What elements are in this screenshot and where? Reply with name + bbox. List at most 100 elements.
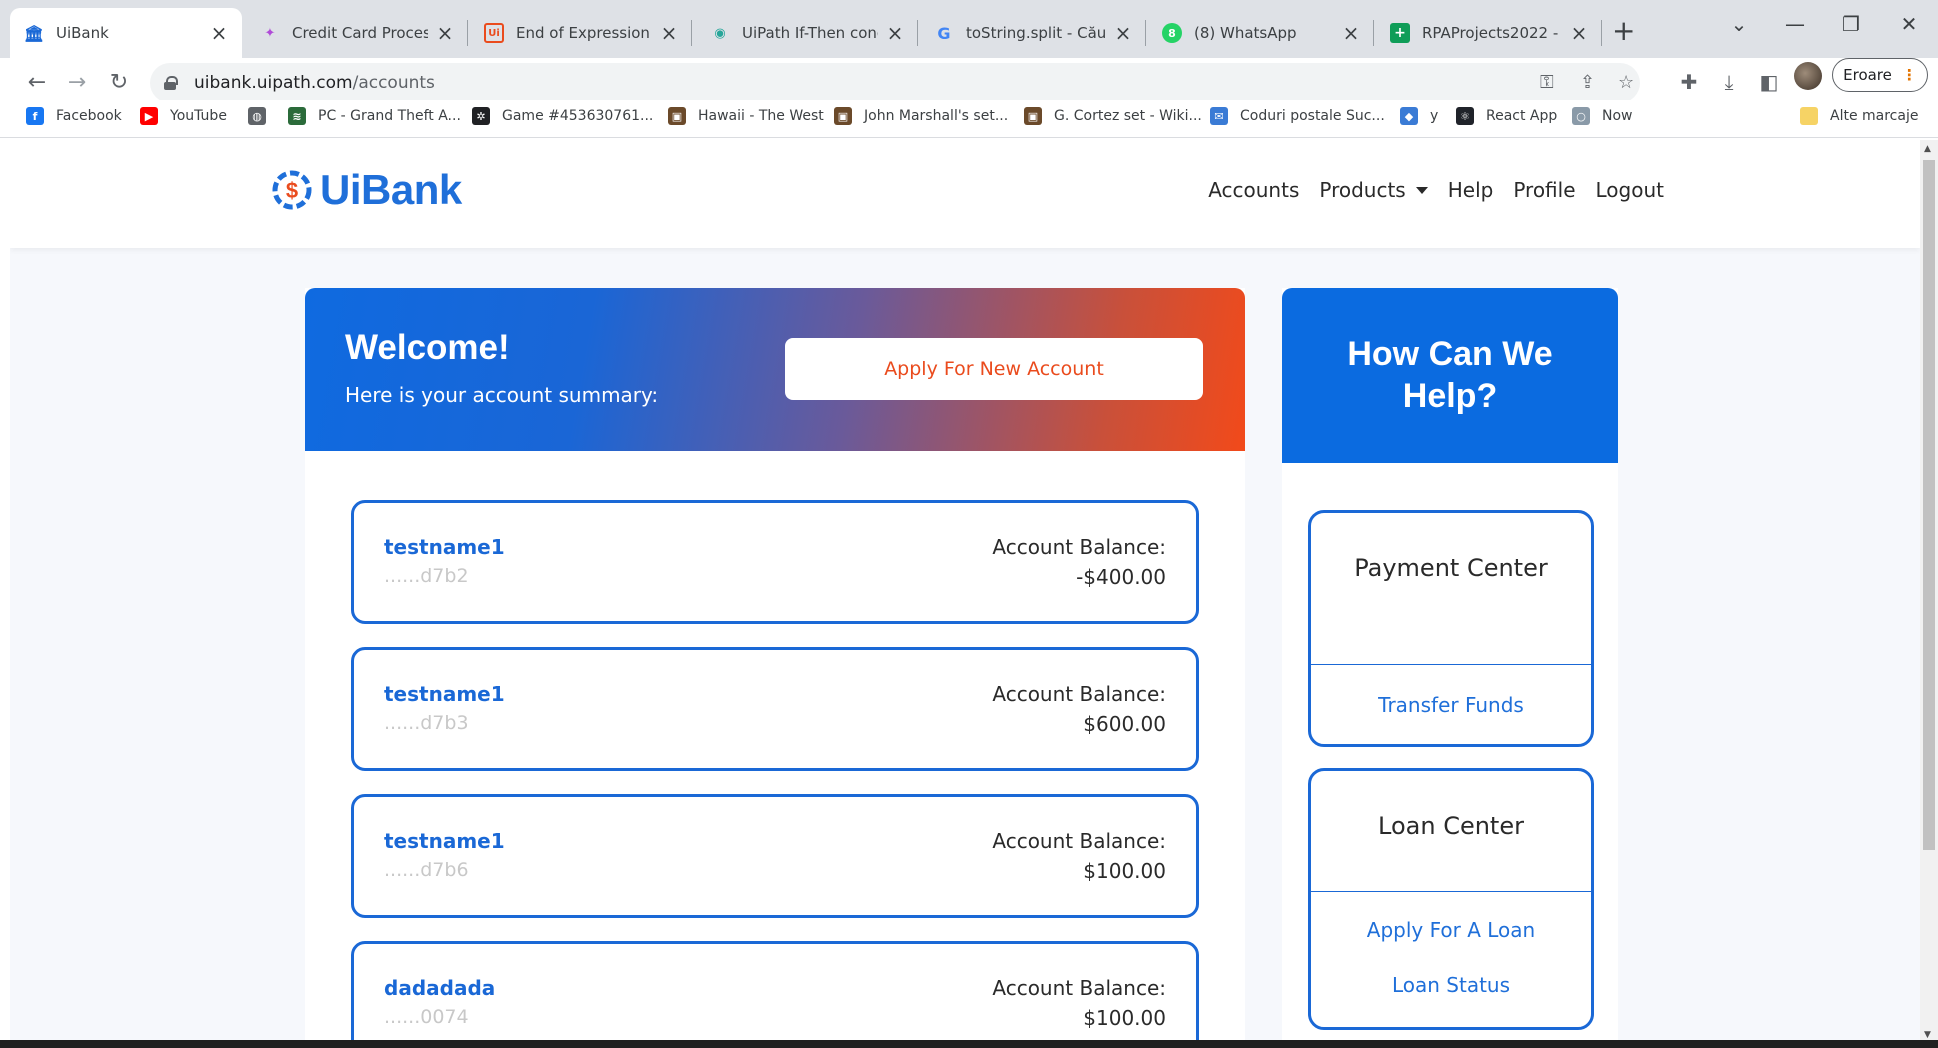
uibank-logo[interactable]: $ UiBank bbox=[268, 166, 462, 214]
close-tab-icon[interactable]: × bbox=[886, 21, 904, 45]
close-tab-icon[interactable]: × bbox=[436, 21, 454, 45]
close-window-button[interactable]: ✕ bbox=[1894, 12, 1924, 36]
scroll-up-icon[interactable]: ▲ bbox=[1924, 144, 1931, 154]
tab-search-chevron-icon[interactable]: ⌄ bbox=[1724, 12, 1754, 36]
nav-logout[interactable]: Logout bbox=[1596, 178, 1664, 202]
bookmark-item[interactable]: ≋ PC - Grand Theft A... bbox=[288, 107, 461, 125]
bookmark-item[interactable]: ▣ Hawaii - The West bbox=[668, 107, 824, 125]
page-scrollbar[interactable]: ▲ ▼ bbox=[1920, 140, 1938, 1048]
close-tab-icon[interactable]: × bbox=[660, 21, 678, 45]
bookmark-item[interactable]: ✉ Coduri postale Suc... bbox=[1210, 107, 1385, 125]
account-number: ......d7b2 bbox=[384, 565, 469, 587]
side-panel-icon[interactable]: ◧ bbox=[1754, 70, 1784, 94]
address-bar[interactable]: uibank.uipath.com/accounts ⚿ ⇪ ☆ bbox=[150, 63, 1640, 103]
bookmark-item[interactable]: f Facebook bbox=[26, 107, 122, 125]
welcome-subtitle: Here is your account summary: bbox=[345, 383, 659, 407]
whatsapp-icon: 8 bbox=[1162, 23, 1182, 43]
account-summary-panel: Welcome! Here is your account summary: A… bbox=[305, 288, 1245, 1048]
transfer-funds-link[interactable]: Transfer Funds bbox=[1311, 693, 1591, 717]
bookmark-favicon-icon: ▣ bbox=[834, 107, 852, 125]
close-tab-icon[interactable]: × bbox=[1114, 21, 1132, 45]
bookmark-favicon-icon: ✲ bbox=[472, 107, 490, 125]
download-icon[interactable]: ⤓ bbox=[1714, 70, 1744, 94]
share-icon[interactable]: ⇪ bbox=[1580, 72, 1595, 93]
bookmark-item[interactable]: ◍ bbox=[248, 107, 278, 125]
bookmark-label: Coduri postale Suc... bbox=[1240, 108, 1385, 124]
account-name[interactable]: dadadada bbox=[384, 976, 495, 1000]
close-tab-icon[interactable]: × bbox=[1342, 21, 1360, 45]
back-arrow-icon[interactable]: ← bbox=[22, 70, 52, 95]
bookmark-label: John Marshall's set... bbox=[864, 108, 1009, 124]
reload-icon[interactable]: ↻ bbox=[104, 70, 134, 95]
account-card[interactable]: testname1 ......d7b3 Account Balance: $6… bbox=[351, 647, 1199, 771]
close-tab-icon[interactable]: × bbox=[210, 21, 228, 45]
minimize-button[interactable]: — bbox=[1780, 12, 1810, 36]
tab-title: RPAProjects2022 - Google bbox=[1422, 24, 1562, 42]
account-card[interactable]: dadadada ......0074 Account Balance: $10… bbox=[351, 941, 1199, 1048]
tab-uipath-if-then[interactable]: ◉ UiPath If-Then condition × bbox=[696, 8, 918, 58]
account-number: ......d7b3 bbox=[384, 712, 469, 734]
profile-avatar[interactable] bbox=[1794, 62, 1822, 90]
loan-center-card: Loan Center Apply For A Loan Loan Status bbox=[1308, 768, 1594, 1030]
tab-title: (8) WhatsApp bbox=[1194, 24, 1297, 42]
tab-uibank[interactable]: 🏛 UiBank × bbox=[10, 8, 242, 58]
bookmark-item[interactable]: ▶ YouTube bbox=[140, 107, 227, 125]
bookmark-item[interactable]: ▣ John Marshall's set... bbox=[834, 107, 1008, 125]
balance-label: Account Balance: bbox=[992, 682, 1166, 706]
bookmark-favicon-icon: ◍ bbox=[248, 107, 266, 125]
restore-button[interactable]: ❐ bbox=[1836, 12, 1866, 36]
tab-google-search[interactable]: G toString.split - Căutare × bbox=[920, 8, 1146, 58]
tab-rpa-projects[interactable]: + RPAProjects2022 - Google × bbox=[1376, 8, 1602, 58]
forward-arrow-icon[interactable]: → bbox=[62, 70, 92, 95]
nav-help[interactable]: Help bbox=[1448, 178, 1494, 202]
help-panel: How Can We Help? Payment Center Transfer… bbox=[1282, 288, 1618, 1048]
account-name[interactable]: testname1 bbox=[384, 682, 505, 706]
extensions-puzzle-icon[interactable]: ✚ bbox=[1674, 70, 1704, 94]
bookmark-label: Facebook bbox=[56, 108, 122, 124]
new-tab-button[interactable]: + bbox=[1612, 14, 1635, 47]
tab-whatsapp[interactable]: 8 (8) WhatsApp × bbox=[1148, 8, 1374, 58]
bookmark-label: PC - Grand Theft A... bbox=[318, 108, 461, 124]
account-name[interactable]: testname1 bbox=[384, 829, 505, 853]
loan-status-link[interactable]: Loan Status bbox=[1311, 973, 1591, 997]
sheets-icon: + bbox=[1390, 23, 1410, 43]
other-bookmarks[interactable]: Alte marcaje bbox=[1800, 107, 1918, 125]
bookmark-label: G. Cortez set - Wiki... bbox=[1054, 108, 1202, 124]
tab-title: UiBank bbox=[56, 24, 109, 42]
key-icon[interactable]: ⚿ bbox=[1540, 72, 1554, 93]
scroll-down-icon[interactable]: ▼ bbox=[1924, 1030, 1931, 1040]
profile-error-button[interactable]: Eroare ⋮ bbox=[1832, 58, 1928, 92]
bookmark-label: Now bbox=[1602, 108, 1633, 124]
tab-end-of-expression[interactable]: Ui End of Expression expected × bbox=[470, 8, 692, 58]
close-tab-icon[interactable]: × bbox=[1570, 21, 1588, 45]
account-card[interactable]: testname1 ......d7b2 Account Balance: -$… bbox=[351, 500, 1199, 624]
bookmark-star-icon[interactable]: ☆ bbox=[1618, 72, 1634, 93]
account-card[interactable]: testname1 ......d7b6 Account Balance: $1… bbox=[351, 794, 1199, 918]
nav-products-label: Products bbox=[1319, 178, 1406, 202]
nav-profile[interactable]: Profile bbox=[1513, 178, 1575, 202]
tab-credit-card[interactable]: ✦ Credit Card Processing × bbox=[246, 8, 468, 58]
bookmark-favicon-icon: ≋ bbox=[288, 107, 306, 125]
bookmark-item[interactable]: ✲ Game #453630761... bbox=[472, 107, 653, 125]
apply-loan-link[interactable]: Apply For A Loan bbox=[1311, 918, 1591, 942]
lock-icon[interactable] bbox=[164, 76, 178, 90]
nav-accounts[interactable]: Accounts bbox=[1208, 178, 1299, 202]
site-header: $ UiBank Accounts Products Help Profile … bbox=[10, 140, 1920, 248]
balance-label: Account Balance: bbox=[992, 829, 1166, 853]
account-balance: $100.00 bbox=[1083, 1006, 1166, 1030]
profile-error-label: Eroare bbox=[1843, 66, 1892, 84]
nav-products[interactable]: Products bbox=[1319, 178, 1428, 202]
bookmark-item[interactable]: ⚛ React App bbox=[1456, 107, 1557, 125]
apply-new-account-button[interactable]: Apply For New Account bbox=[785, 338, 1203, 400]
bookmark-favicon-icon: ○ bbox=[1572, 107, 1590, 125]
account-balance: $600.00 bbox=[1083, 712, 1166, 736]
scroll-thumb[interactable] bbox=[1923, 160, 1935, 850]
tab-title: Credit Card Processing bbox=[292, 24, 428, 42]
account-name[interactable]: testname1 bbox=[384, 535, 505, 559]
url-path: /accounts bbox=[352, 73, 435, 93]
folder-icon bbox=[1800, 107, 1818, 125]
eye-icon: ◉ bbox=[714, 25, 726, 41]
bookmark-item[interactable]: ◆ y bbox=[1400, 107, 1438, 125]
bookmark-item[interactable]: ○ Now bbox=[1572, 107, 1633, 125]
bookmark-item[interactable]: ▣ G. Cortez set - Wiki... bbox=[1024, 107, 1202, 125]
